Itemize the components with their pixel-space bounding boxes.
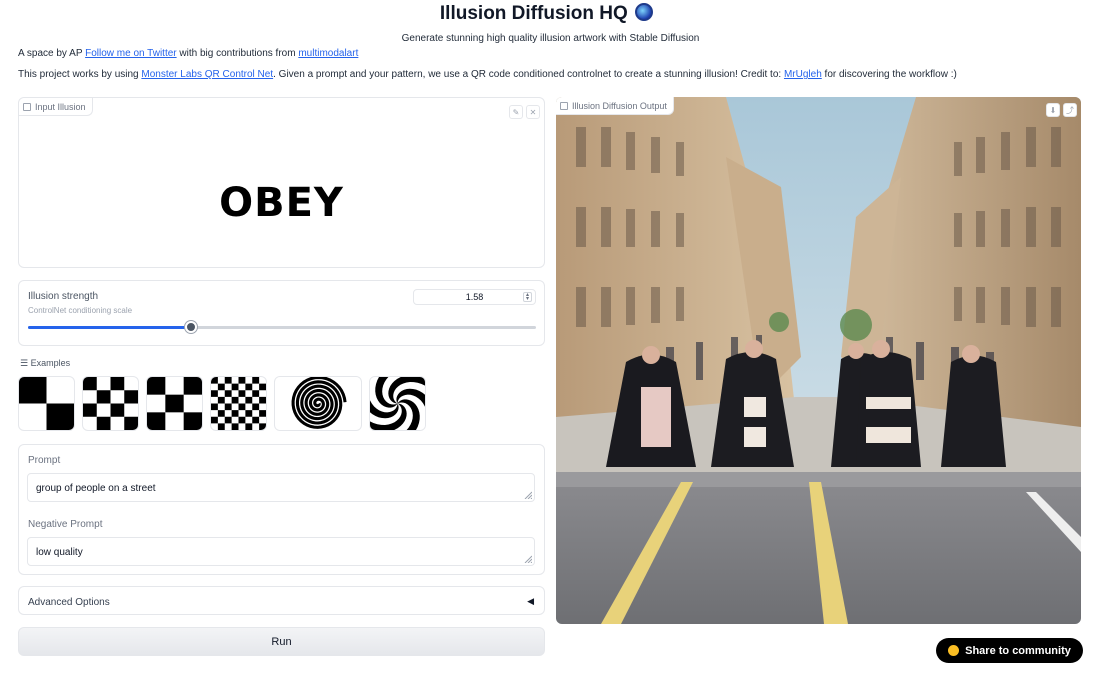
illusion-strength-panel: Illusion strength ControlNet conditionin…: [18, 280, 545, 346]
output-image: [556, 97, 1081, 624]
spinner-icon[interactable]: ▴ ▾: [523, 292, 532, 302]
output-label: Illusion Diffusion Output: [556, 97, 674, 115]
description-line: This project works by using Monster Labs…: [18, 69, 957, 80]
example-swirl[interactable]: [369, 376, 426, 431]
example-checker-8x8[interactable]: [210, 376, 267, 431]
strength-label: Illusion strength: [28, 291, 99, 302]
examples-label: ☰ Examples: [20, 358, 71, 368]
share-icon[interactable]: ⤴: [1063, 103, 1077, 117]
resize-grip-icon[interactable]: [524, 491, 532, 499]
strength-info: ControlNet conditioning scale: [28, 306, 133, 315]
mrugleh-link[interactable]: MrUgleh: [784, 69, 822, 80]
share-to-community-button[interactable]: Share to community: [936, 638, 1083, 663]
swirl-image: [370, 377, 425, 430]
example-checker-3x3[interactable]: [146, 376, 203, 431]
globe-icon: [635, 3, 654, 21]
strength-number-input[interactable]: 1.58 ▴ ▾: [413, 289, 536, 305]
prompt-panel: Prompt group of people on a street Negat…: [18, 444, 545, 575]
caret-left-icon[interactable]: ◀: [527, 596, 534, 607]
app-subtitle: Generate stunning high quality illusion …: [401, 33, 700, 44]
negative-prompt-label: Negative Prompt: [28, 519, 103, 530]
download-icon[interactable]: ⬇: [1046, 103, 1060, 117]
checker-8x8-image: [211, 377, 266, 430]
controlnet-link[interactable]: Monster Labs QR Control Net: [141, 69, 273, 80]
prompt-label: Prompt: [28, 455, 61, 466]
image-icon: [560, 101, 568, 110]
spiral-image: [275, 377, 361, 430]
advanced-options-label: Advanced Options: [28, 597, 110, 608]
input-image-text: OBEY: [219, 180, 344, 226]
example-spiral[interactable]: [274, 376, 362, 431]
checker-2x2-image: [19, 377, 74, 430]
output-panel: Illusion Diffusion Output ⬇ ⤴: [556, 97, 1083, 626]
slider-thumb[interactable]: [184, 321, 197, 333]
negative-prompt-input[interactable]: low quality: [27, 537, 535, 566]
app-title: Illusion Diffusion HQ: [0, 3, 1093, 25]
example-checker-2x2[interactable]: [18, 376, 75, 431]
hugging-face-icon: [948, 645, 960, 656]
pencil-icon[interactable]: ✎: [509, 105, 523, 119]
checker-4x4-image: [83, 377, 138, 430]
checker-3x3-image: [147, 377, 202, 430]
strength-slider[interactable]: [28, 321, 536, 333]
input-illusion-label: Input Illusion: [19, 98, 93, 116]
close-icon[interactable]: ✕: [526, 105, 540, 119]
prompt-input[interactable]: group of people on a street: [27, 473, 535, 502]
multimodalart-link[interactable]: multimodalart: [298, 48, 358, 59]
slider-fill: [28, 326, 191, 329]
example-checker-4x4[interactable]: [82, 376, 139, 431]
image-icon: [23, 102, 31, 111]
input-illusion-panel[interactable]: Input Illusion ✎ ✕ OBEY: [18, 97, 545, 268]
twitter-link[interactable]: Follow me on Twitter: [85, 48, 177, 59]
credit-line: A space by AP Follow me on Twitter with …: [18, 48, 359, 59]
advanced-options-accordion[interactable]: Advanced Options ◀: [18, 586, 545, 615]
run-button[interactable]: Run: [18, 627, 545, 656]
street-scene-image: [556, 97, 1081, 624]
resize-grip-icon[interactable]: [524, 555, 532, 563]
